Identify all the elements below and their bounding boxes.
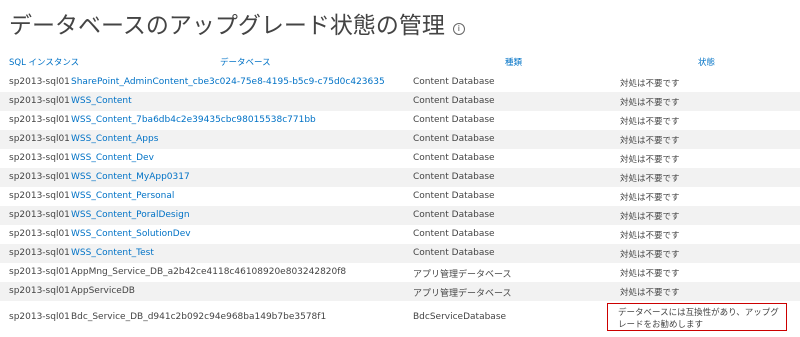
row-sql-instance: sp2013-sql01 [9,210,70,220]
row-database-name: AppServiceDB [71,286,135,296]
row-type: Content Database [413,229,495,239]
row-status: 対処は不要です [620,136,680,146]
row-type: Content Database [413,210,495,220]
row-status: 対処は不要です [620,212,680,222]
table-row: sp2013-sql01 AppMng_Service_DB_a2b42ce41… [0,263,800,282]
column-header-database[interactable]: データベース [220,56,271,68]
row-status: 対処は不要です [620,117,680,127]
row-sql-instance: sp2013-sql01 [9,312,70,322]
row-sql-instance: sp2013-sql01 [9,77,70,87]
table-row: sp2013-sql01 WSS_Content_Apps Content Da… [0,130,800,149]
row-sql-instance: sp2013-sql01 [9,96,70,106]
table-row: sp2013-sql01 Bdc_Service_DB_d941c2b092c9… [0,301,800,337]
info-icon[interactable]: i [452,23,465,35]
row-database-link[interactable]: WSS_Content_Personal [71,191,174,201]
row-status: 対処は不要です [620,155,680,165]
row-status: 対処は不要です [620,98,680,108]
table-row: sp2013-sql01 WSS_Content_Personal Conten… [0,187,800,206]
row-database-link[interactable]: WSS_Content_Dev [71,153,154,163]
row-type: Content Database [413,153,495,163]
row-type: アプリ管理データベース [413,270,512,280]
row-type: Content Database [413,115,495,125]
table-row: sp2013-sql01 SharePoint_AdminContent_cbe… [0,73,800,92]
table-row: sp2013-sql01 WSS_Content_SolutionDev Con… [0,225,800,244]
column-header-status[interactable]: 状態 [698,56,715,68]
row-type: Content Database [413,134,495,144]
row-database-link[interactable]: WSS_Content_PoralDesign [71,210,190,220]
row-type: Content Database [413,191,495,201]
row-database-link[interactable]: WSS_Content_Apps [71,134,158,144]
row-database-link[interactable]: WSS_Content [71,96,132,106]
row-sql-instance: sp2013-sql01 [9,191,70,201]
row-status: 対処は不要です [620,231,680,241]
row-sql-instance: sp2013-sql01 [9,248,70,258]
row-database-link[interactable]: SharePoint_AdminContent_cbe3c024-75e8-41… [71,77,385,87]
row-sql-instance: sp2013-sql01 [9,229,70,239]
row-database-name: AppMng_Service_DB_a2b42ce4118c46108920e8… [71,267,347,277]
row-status: 対処は不要です [620,288,680,298]
row-sql-instance: sp2013-sql01 [9,153,70,163]
table-row: sp2013-sql01 AppServiceDB アプリ管理データベース 対処… [0,282,800,301]
row-status: 対処は不要です [620,250,680,260]
row-status: 対処は不要です [620,269,680,279]
row-status: 対処は不要です [620,193,680,203]
row-type: BdcServiceDatabase [413,312,507,322]
row-type: アプリ管理データベース [413,289,512,299]
row-database-link[interactable]: WSS_Content_SolutionDev [71,229,191,239]
row-status: 対処は不要です [620,79,680,89]
column-header-sql-instance[interactable]: SQL インスタンス [9,56,79,68]
row-database-link[interactable]: WSS_Content_MyApp0317 [71,172,190,182]
row-sql-instance: sp2013-sql01 [9,134,70,144]
table-header: SQL インスタンス データベース 種類 状態 [0,56,800,70]
row-sql-instance: sp2013-sql01 [9,172,70,182]
row-type: Content Database [413,248,495,258]
table-row: sp2013-sql01 WSS_Content_PoralDesign Con… [0,206,800,225]
upgrade-recommended-status: データベースには互換性があり、アップグレードをお勧めします [607,303,787,331]
row-type: Content Database [413,172,495,182]
row-type: Content Database [413,77,495,87]
database-table: sp2013-sql01 SharePoint_AdminContent_cbe… [0,73,800,337]
row-database-link[interactable]: WSS_Content_7ba6db4c2e39435cbc98015538c7… [71,115,316,125]
row-sql-instance: sp2013-sql01 [9,286,70,296]
row-database-name: Bdc_Service_DB_d941c2b092c94e968ba149b7b… [71,312,327,322]
row-status: 対処は不要です [620,174,680,184]
table-row: sp2013-sql01 WSS_Content_MyApp0317 Conte… [0,168,800,187]
column-header-type[interactable]: 種類 [505,56,522,68]
title-row: データベースのアップグレード状態の管理 i [9,6,465,42]
row-database-link[interactable]: WSS_Content_Test [71,248,154,258]
row-sql-instance: sp2013-sql01 [9,267,70,277]
table-row: sp2013-sql01 WSS_Content_Test Content Da… [0,244,800,263]
row-type: Content Database [413,96,495,106]
table-row: sp2013-sql01 WSS_Content Content Databas… [0,92,800,111]
page-title: データベースのアップグレード状態の管理 [9,13,445,39]
table-row: sp2013-sql01 WSS_Content_7ba6db4c2e39435… [0,111,800,130]
table-row: sp2013-sql01 WSS_Content_Dev Content Dat… [0,149,800,168]
row-sql-instance: sp2013-sql01 [9,115,70,125]
